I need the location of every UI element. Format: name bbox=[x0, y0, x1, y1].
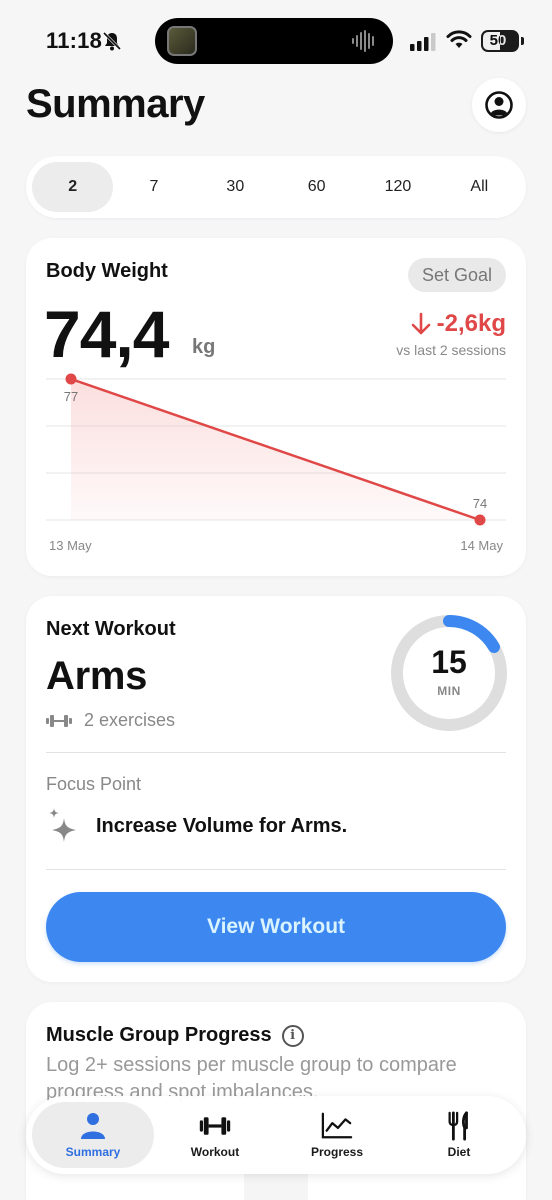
body-weight-label: Body Weight bbox=[46, 260, 168, 282]
wifi-icon bbox=[446, 30, 472, 48]
range-option-all[interactable]: All bbox=[439, 162, 520, 212]
person-icon bbox=[81, 1113, 105, 1139]
weight-delta: -2,6kg bbox=[411, 310, 506, 338]
focus-point: Increase Volume for Arms. bbox=[46, 806, 347, 846]
view-workout-button[interactable]: View Workout bbox=[46, 892, 506, 962]
tab-diet[interactable]: Diet bbox=[398, 1102, 520, 1168]
chart-data-point bbox=[65, 373, 77, 385]
focus-point-text: Increase Volume for Arms. bbox=[96, 814, 348, 837]
page-title: Summary bbox=[26, 82, 205, 126]
audio-wave-icon bbox=[352, 30, 374, 52]
range-option-30[interactable]: 30 bbox=[195, 162, 276, 212]
tab-workout-label: Workout bbox=[190, 1145, 240, 1159]
tab-summary-label: Summary bbox=[65, 1145, 121, 1159]
range-selector: 2 7 30 60 120 All bbox=[26, 156, 526, 218]
weight-delta-subtitle: vs last 2 sessions bbox=[396, 342, 506, 358]
range-option-120[interactable]: 120 bbox=[357, 162, 438, 212]
set-goal-button[interactable]: Set Goal bbox=[408, 258, 506, 292]
chart-data-label: 74 bbox=[473, 496, 487, 511]
muscle-group-label: Muscle Group Progress bbox=[46, 1024, 272, 1046]
profile-button[interactable] bbox=[472, 78, 526, 132]
body-weight-unit: kg bbox=[192, 336, 216, 358]
duration-value: 15 bbox=[431, 644, 467, 680]
tab-progress-label: Progress bbox=[310, 1145, 364, 1159]
status-time: 11:18 bbox=[46, 28, 103, 53]
chart-data-point bbox=[474, 514, 486, 526]
body-weight-value: 74,4 bbox=[44, 297, 169, 371]
focus-point-label: Focus Point bbox=[46, 774, 142, 794]
info-icon[interactable]: i bbox=[281, 1024, 304, 1047]
range-option-7[interactable]: 7 bbox=[113, 162, 194, 212]
range-option-60[interactable]: 60 bbox=[276, 162, 357, 212]
dumbbell-icon bbox=[46, 714, 72, 727]
duration-ring: 15 MIN bbox=[390, 614, 508, 732]
chart-data-label: 77 bbox=[64, 389, 78, 404]
exercise-count: 2 exercises bbox=[46, 710, 175, 731]
cellular-signal-icon bbox=[410, 33, 436, 51]
divider bbox=[46, 752, 506, 753]
muscle-group-header: Muscle Group Progress i bbox=[46, 1024, 304, 1047]
tab-workout[interactable]: Workout bbox=[154, 1102, 276, 1168]
weight-delta-value: -2,6kg bbox=[436, 310, 506, 337]
tab-progress[interactable]: Progress bbox=[276, 1102, 398, 1168]
next-workout-card[interactable]: Next Workout Arms 2 exercises 15 MIN Foc… bbox=[26, 596, 526, 982]
tab-diet-label: Diet bbox=[447, 1145, 471, 1159]
range-option-2[interactable]: 2 bbox=[32, 162, 114, 212]
chart-icon bbox=[321, 1112, 353, 1139]
tab-bar: Summary Workout Progress Diet bbox=[26, 1096, 526, 1174]
chart-x-tick-label: 13 May bbox=[49, 538, 92, 553]
workout-name: Arms bbox=[46, 654, 148, 698]
sparkles-icon bbox=[49, 808, 76, 842]
exercise-count-text: 2 exercises bbox=[84, 710, 176, 730]
dynamic-island[interactable] bbox=[155, 18, 393, 64]
battery-level: 50 bbox=[489, 32, 507, 49]
tab-summary[interactable]: Summary bbox=[32, 1102, 154, 1168]
next-workout-label: Next Workout bbox=[46, 618, 176, 640]
bell-muted-icon bbox=[102, 31, 122, 51]
divider bbox=[46, 869, 506, 870]
arrow-down-icon bbox=[411, 312, 430, 335]
status-bar: 11:18 50 bbox=[0, 0, 552, 80]
body-weight-card[interactable]: 77 74 13 May 14 May Body Weight Set Goal 74… bbox=[26, 238, 526, 576]
now-playing-artwork bbox=[167, 26, 197, 56]
battery-indicator: 50 bbox=[481, 30, 524, 52]
duration-unit: MIN bbox=[437, 684, 461, 698]
fork-knife-icon bbox=[448, 1111, 468, 1141]
dumbbell-icon bbox=[199, 1117, 231, 1135]
chart-x-tick-label: 14 May bbox=[460, 538, 503, 553]
person-circle-icon bbox=[485, 91, 513, 119]
